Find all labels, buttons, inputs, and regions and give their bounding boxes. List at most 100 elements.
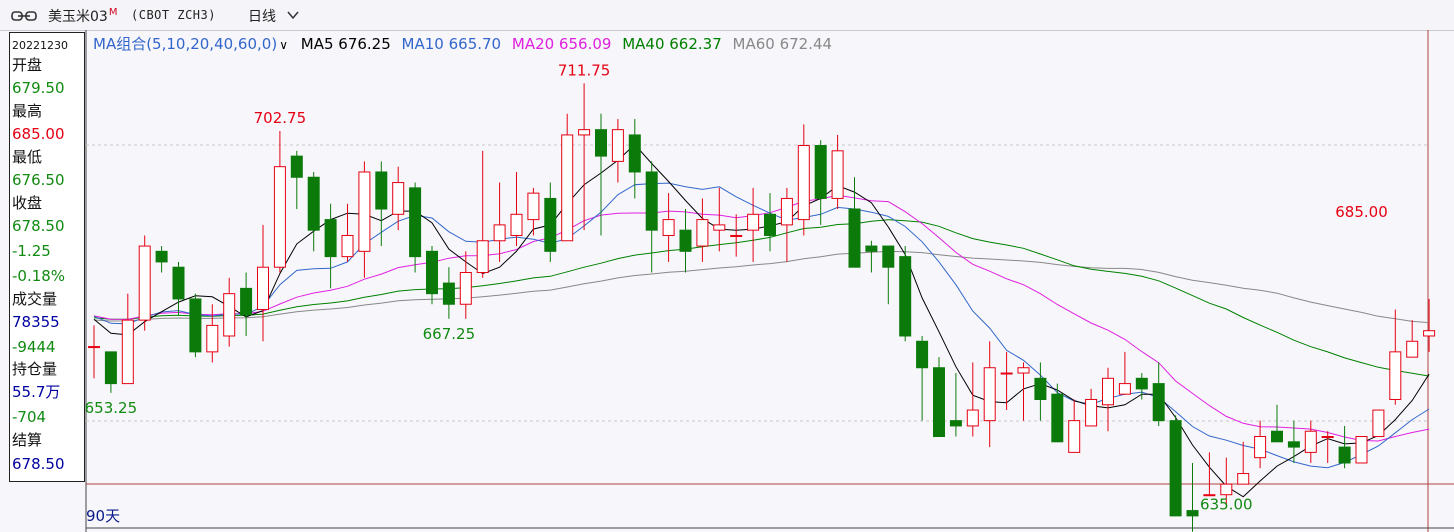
candle[interactable] [814,140,827,225]
candle[interactable] [831,134,844,210]
candle[interactable] [476,150,489,278]
ma5-label: MA5 676.25 [300,35,391,53]
candle[interactable] [1338,425,1351,469]
candle[interactable] [121,293,134,385]
candle[interactable] [544,182,557,262]
candlestick-chart[interactable]: 653.25 702.75 667.25 711.75 635.00 685.00 [0,0,1454,532]
candle[interactable] [273,130,286,273]
candle[interactable] [510,171,523,247]
candle[interactable] [1068,399,1081,453]
candle[interactable] [916,335,929,421]
candle[interactable] [138,235,151,331]
candle-body-down [1169,420,1182,517]
candle-body-up [1085,398,1098,427]
candle[interactable] [933,357,945,438]
candle[interactable] [409,182,422,273]
candle[interactable] [155,246,168,273]
candle[interactable] [1237,441,1250,485]
candle[interactable] [1406,320,1419,358]
candle[interactable] [240,272,253,336]
candle[interactable] [713,187,726,252]
candle[interactable] [341,203,354,262]
candle-body-down [899,256,912,337]
candle-body-down [189,298,202,353]
candle[interactable] [442,267,455,319]
candle-body-down [1186,510,1199,517]
candle[interactable] [1287,420,1300,463]
candle[interactable] [764,193,776,252]
candle-body-down [645,171,658,231]
candle[interactable] [307,171,320,252]
candle[interactable] [172,261,185,315]
candle[interactable] [1169,415,1182,517]
candle-body-down [442,282,455,305]
candle[interactable] [375,161,388,247]
candle[interactable] [1372,409,1385,438]
candle-body-up [121,319,134,385]
candle[interactable] [206,304,219,363]
price-annotations: 653.25 702.75 667.25 711.75 635.00 685.00 [85,61,1388,513]
ma60-label: MA60 672.44 [732,35,833,53]
price-annotation: 667.25 [423,325,476,343]
candle[interactable] [459,251,472,319]
candle[interactable] [223,277,236,347]
candle[interactable] [595,113,607,236]
candle[interactable] [324,203,337,289]
candle[interactable] [1152,362,1165,426]
candle-body-up [611,129,624,162]
candle[interactable] [899,246,912,342]
candle[interactable] [1135,373,1148,400]
candle[interactable] [730,214,743,257]
candle-body-up [780,197,793,226]
candle-body-up [662,219,675,236]
candle[interactable] [1271,404,1283,443]
candle-body-up [493,224,506,242]
candle-body-up [561,134,574,242]
ma-group-label[interactable]: MA组合(5,10,20,40,60,0) [93,35,277,53]
candle[interactable] [392,166,405,231]
candle-body-up [1118,383,1131,395]
candle[interactable] [1423,298,1436,352]
candle-body-down [764,213,776,236]
candle[interactable] [882,245,895,305]
candle[interactable] [1118,351,1131,395]
candle[interactable] [1000,351,1013,411]
candle[interactable] [1085,388,1098,427]
candle[interactable] [1304,420,1317,463]
candle-body-down [409,187,422,258]
ma60-line [93,250,1430,324]
candle[interactable] [1203,452,1216,497]
candle-body-down [375,171,388,210]
candle[interactable] [696,198,709,262]
candle[interactable] [561,113,574,242]
candle[interactable] [493,182,506,262]
candle[interactable] [88,325,100,379]
candle[interactable] [1186,462,1199,532]
candle[interactable] [1254,420,1267,469]
candle[interactable] [983,341,996,448]
candle[interactable] [578,83,591,231]
candle[interactable] [949,373,962,437]
candle[interactable] [645,161,658,273]
candle[interactable] [358,161,371,278]
candle[interactable] [747,187,760,262]
candle[interactable] [966,362,979,437]
candle[interactable] [1389,309,1402,405]
candle-body-down [240,287,253,316]
candle[interactable] [1355,436,1368,464]
ma-group-dropdown-icon[interactable]: ∨ [279,38,288,52]
candle[interactable] [104,351,117,393]
candle[interactable] [257,224,269,342]
candle[interactable] [679,209,692,273]
candle[interactable] [290,150,303,210]
candle[interactable] [1102,367,1114,432]
candle[interactable] [1321,431,1334,463]
candle[interactable] [780,187,793,262]
candle-body-down [1034,377,1047,400]
candle[interactable] [189,293,202,358]
candle[interactable] [865,240,878,273]
candle[interactable] [797,124,810,236]
candle[interactable] [611,119,624,183]
candle-body-up [206,324,219,353]
candle[interactable] [426,246,438,305]
